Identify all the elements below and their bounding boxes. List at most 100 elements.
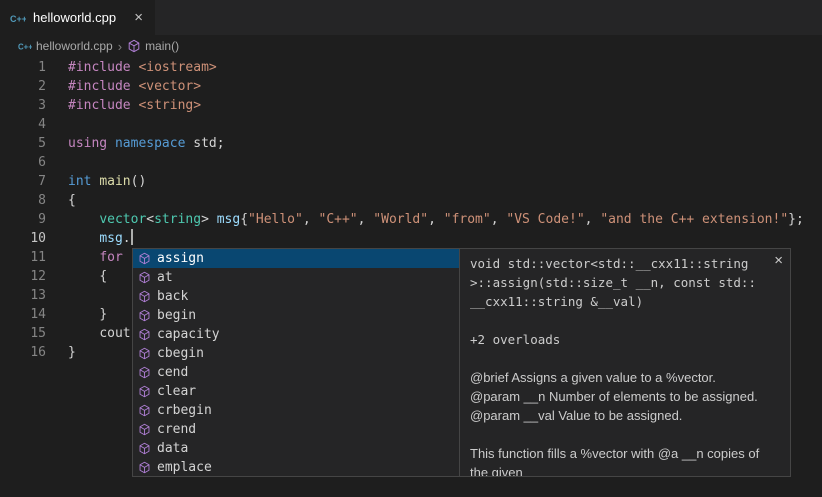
code-text: for [46,248,123,267]
code-text: cout [46,324,131,343]
close-icon[interactable]: × [774,252,783,269]
code-text: #include <vector> [46,77,201,96]
suggest-item-label: capacity [157,327,220,342]
code-line-1[interactable]: 1#include <iostream> [0,58,822,77]
svg-text:C++: C++ [10,14,26,24]
suggest-item-label: at [157,270,173,285]
suggest-item-capacity[interactable]: capacity [133,325,459,344]
suggest-item-cbegin[interactable]: cbegin [133,344,459,363]
docs-param-val: @param __val Value to be assigned. [470,406,768,425]
code-text: #include <string> [46,96,201,115]
code-text: { [46,267,107,286]
suggest-item-assign[interactable]: assign [133,249,459,268]
code-text: #include <iostream> [46,58,217,77]
docs-body: This function fills a %vector with @a __… [470,444,768,477]
code-line-10[interactable]: 10 msg. [0,229,822,248]
suggest-item-label: back [157,289,188,304]
code-line-8[interactable]: 8{ [0,191,822,210]
method-icon [138,366,152,380]
suggest-item-label: begin [157,308,196,323]
line-number: 11 [0,248,46,267]
line-number: 7 [0,172,46,191]
suggest-item-emplace[interactable]: emplace [133,458,459,477]
method-icon [138,252,152,266]
suggest-item-cend[interactable]: cend [133,363,459,382]
breadcrumb-file[interactable]: C++ helloworld.cpp [18,39,113,53]
method-icon [127,39,141,53]
code-line-4[interactable]: 4 [0,115,822,134]
docs-param-n: @param __n Number of elements to be assi… [470,387,768,406]
intellisense-suggest-widget: assign at back begin capacity cbegin cend clear… [132,248,791,477]
line-number: 1 [0,58,46,77]
code-text [46,286,68,305]
line-number: 8 [0,191,46,210]
line-number: 5 [0,134,46,153]
suggest-item-crbegin[interactable]: crbegin [133,401,459,420]
method-icon [138,271,152,285]
suggest-item-label: cbegin [157,346,204,361]
line-number: 15 [0,324,46,343]
breadcrumb-symbol-label: main() [145,39,179,53]
line-number: 4 [0,115,46,134]
docs-signature: void std::vector<std::__cxx11::string >:… [470,254,768,311]
suggest-item-label: data [157,441,188,456]
line-number: 16 [0,343,46,362]
svg-text:C++: C++ [18,43,32,52]
method-icon [138,347,152,361]
code-text [46,153,68,172]
method-icon [138,385,152,399]
code-text: using namespace std; [46,134,225,153]
line-number: 2 [0,77,46,96]
suggest-item-crend[interactable]: crend [133,420,459,439]
line-number: 13 [0,286,46,305]
code-line-2[interactable]: 2#include <vector> [0,77,822,96]
line-number: 12 [0,267,46,286]
code-line-3[interactable]: 3#include <string> [0,96,822,115]
method-icon [138,404,152,418]
tab-helloworld-cpp[interactable]: C++ helloworld.cpp × [0,0,155,35]
breadcrumb-file-label: helloworld.cpp [36,39,113,53]
suggest-item-begin[interactable]: begin [133,306,459,325]
suggest-item-label: assign [157,251,204,266]
cpp-file-icon: C++ [10,10,26,26]
line-number: 6 [0,153,46,172]
line-number: 9 [0,210,46,229]
suggest-item-clear[interactable]: clear [133,382,459,401]
code-text: msg. [46,229,133,248]
code-line-9[interactable]: 9 vector<string> msg{"Hello", "C++", "Wo… [0,210,822,229]
suggest-item-data[interactable]: data [133,439,459,458]
tab-label: helloworld.cpp [33,10,125,25]
breadcrumb: C++ helloworld.cpp › main() [0,35,822,57]
docs-overloads: +2 overloads [470,330,768,349]
code-line-6[interactable]: 6 [0,153,822,172]
suggest-item-label: clear [157,384,196,399]
tab-bar: C++ helloworld.cpp × [0,0,822,35]
tab-close-icon[interactable]: × [132,10,145,25]
docs-brief: @brief Assigns a given value to a %vecto… [470,368,768,387]
method-icon [138,423,152,437]
editor-cursor [131,229,133,245]
suggest-item-label: cend [157,365,188,380]
method-icon [138,461,152,475]
code-text: vector<string> msg{"Hello", "C++", "Worl… [46,210,804,229]
suggest-docs-panel: void std::vector<std::__cxx11::string >:… [459,248,791,477]
breadcrumb-symbol[interactable]: main() [127,39,179,53]
line-number: 3 [0,96,46,115]
cpp-file-icon: C++ [18,39,32,53]
suggest-list: assign at back begin capacity cbegin cend clear… [132,248,460,477]
code-text: int main() [46,172,146,191]
code-line-5[interactable]: 5using namespace std; [0,134,822,153]
code-text: { [46,191,76,210]
suggest-item-label: emplace [157,460,212,475]
suggest-item-at[interactable]: at [133,268,459,287]
code-text: } [46,343,76,362]
code-line-7[interactable]: 7int main() [0,172,822,191]
suggest-item-label: crbegin [157,403,212,418]
suggest-item-back[interactable]: back [133,287,459,306]
chevron-right-icon: › [118,39,122,54]
code-text: } [46,305,107,324]
method-icon [138,309,152,323]
vscode-window: { "colors": { "background": "#1e1e1e", "… [0,0,822,497]
line-number: 14 [0,305,46,324]
code-text [46,115,68,134]
